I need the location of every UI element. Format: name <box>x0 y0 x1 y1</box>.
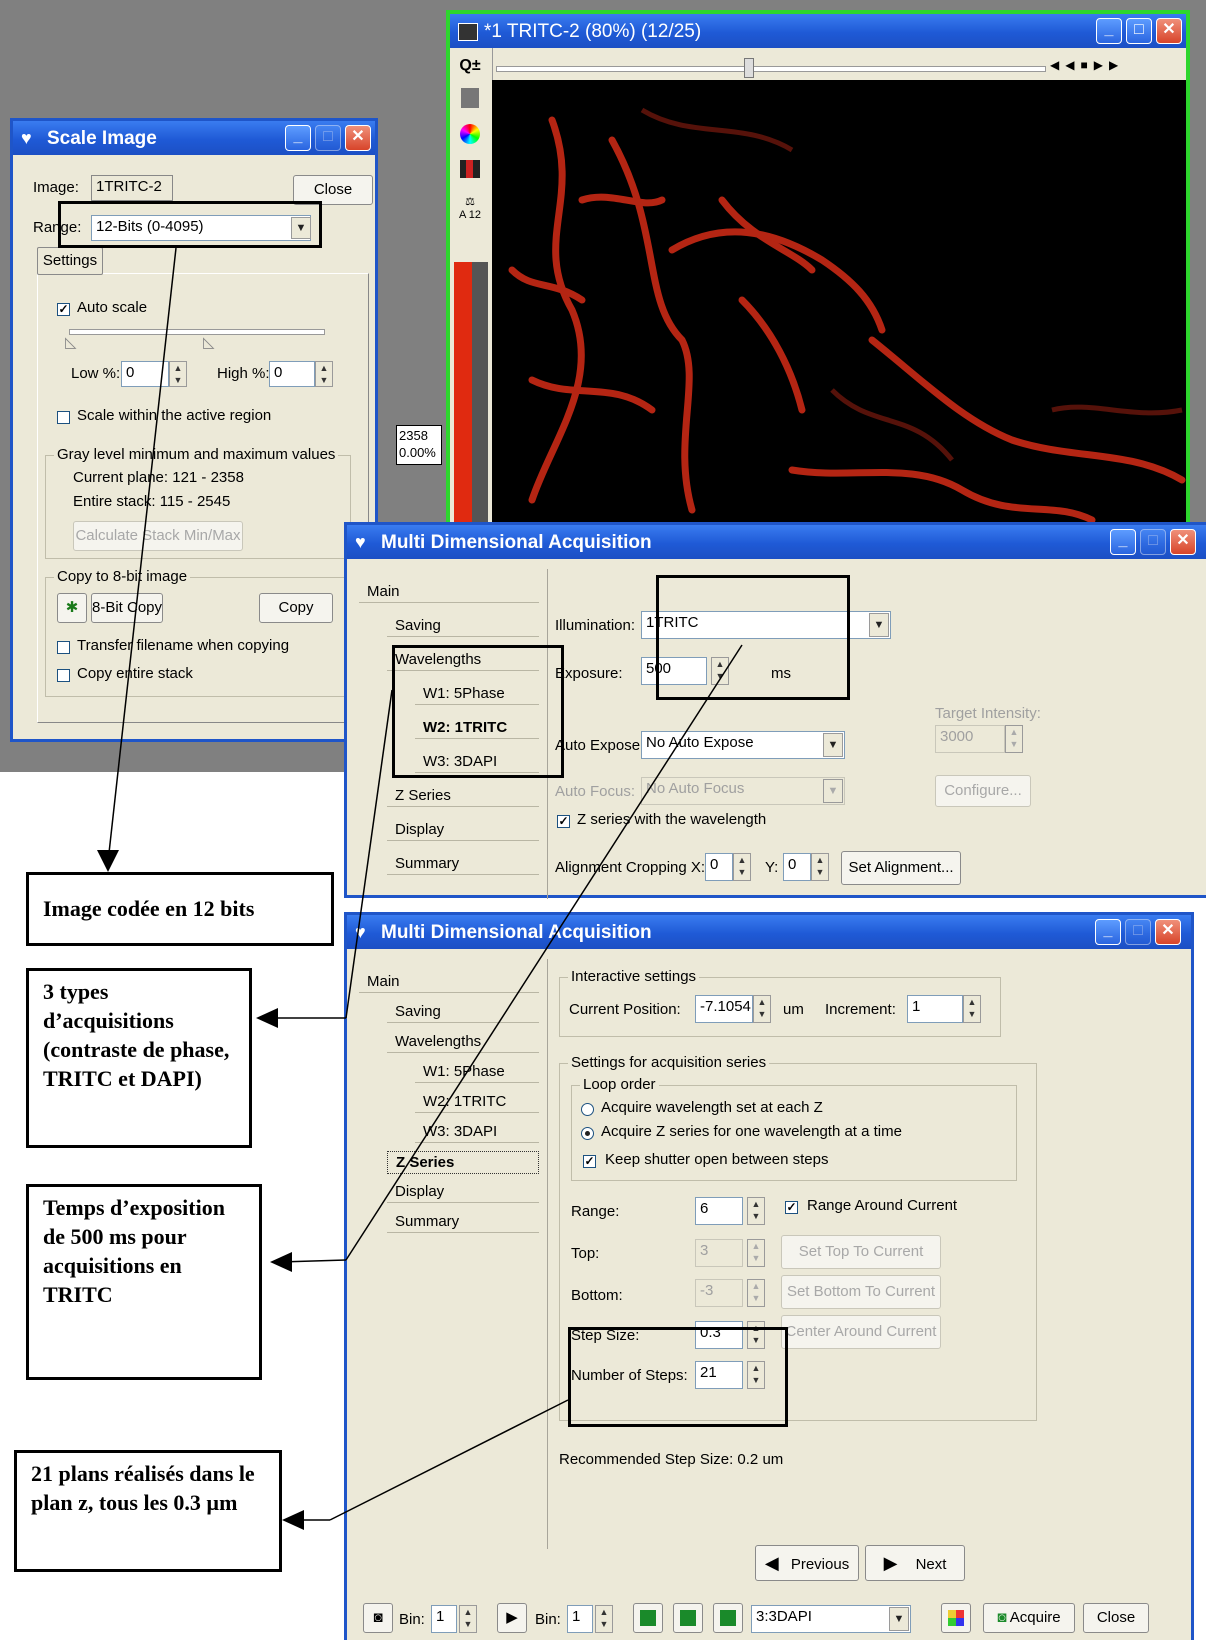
callout-exposure-time: Temps d’exposition de 500 ms pour acquis… <box>26 1184 262 1380</box>
callout-12-bits: Image codée en 12 bits <box>26 872 334 946</box>
callout-acquisition-types: 3 types d’acquisitions (contraste de pha… <box>26 968 252 1148</box>
annotation-arrows <box>97 247 743 1530</box>
callout-z-planes: 21 plans réalisés dans le plan z, tous l… <box>14 1450 282 1572</box>
